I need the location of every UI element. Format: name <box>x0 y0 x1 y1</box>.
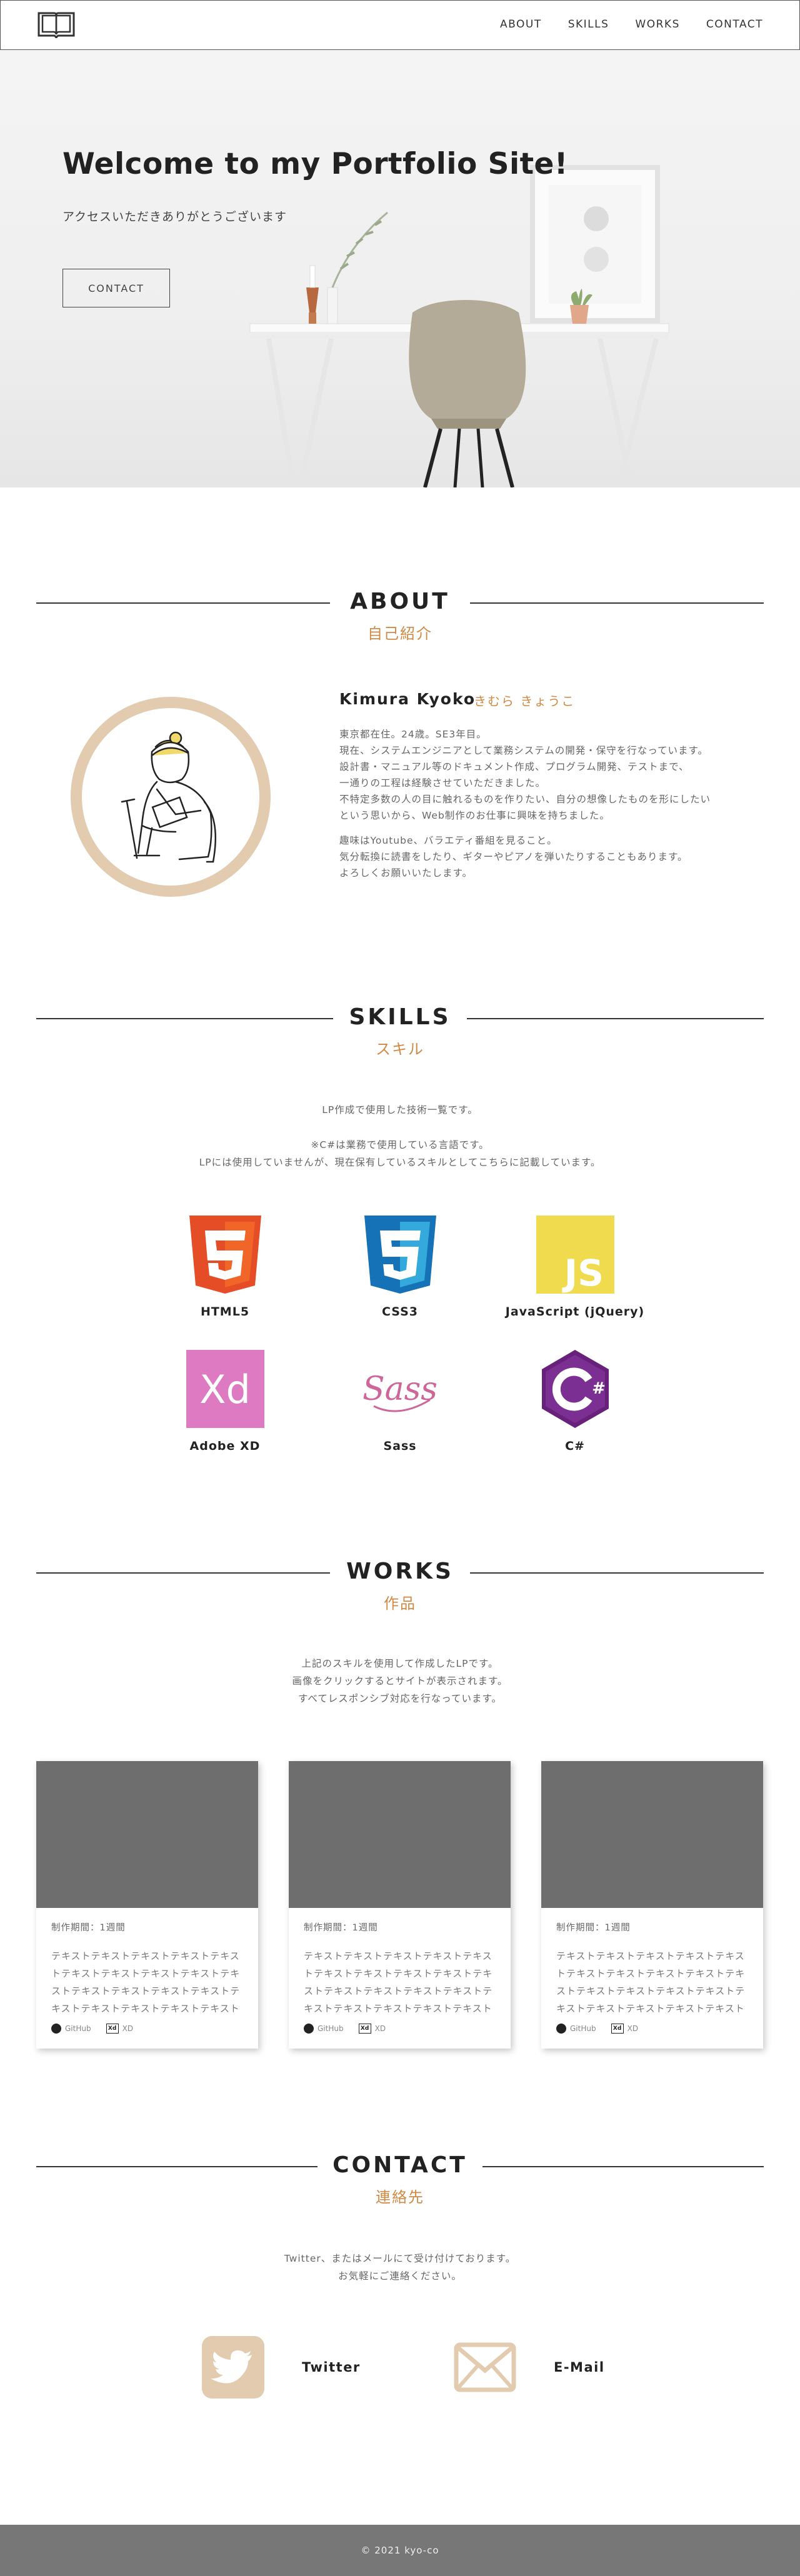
work-description: テキストテキストテキストテキストテキストテキストテキストテキストテキストテキスト… <box>556 1950 746 2014</box>
work-description: テキストテキストテキストテキストテキストテキストテキストテキストテキストテキスト… <box>51 1950 241 2014</box>
contact-intro-2: お気軽にご連絡ください。 <box>338 2270 462 2282</box>
github-icon[interactable] <box>304 2024 314 2034</box>
skill-label: CSS3 <box>381 1305 419 1319</box>
about-heading: ABOUT 自己紹介 <box>36 589 764 645</box>
skill-javascript: JS JavaScript (jQuery) <box>494 1216 656 1319</box>
nav-skills[interactable]: SKILLS <box>568 18 609 31</box>
person-reading-illustration <box>121 731 216 863</box>
main-nav: ABOUT SKILLS WORKS CONTACT <box>474 18 763 31</box>
skill-adobe-xd: Xd Adobe XD <box>144 1350 306 1453</box>
open-book-logo-icon[interactable] <box>37 11 76 39</box>
site-footer: © 2021 kyo-co <box>0 2525 800 2576</box>
work-thumbnail[interactable] <box>289 1761 511 1908</box>
xd-link[interactable]: XD <box>375 2024 386 2033</box>
about-paragraph-2: 趣味はYoutube、バラエティ番組を見ること。 気分転換に読書をしたり、ギター… <box>339 835 688 879</box>
sass-icon: Sass <box>362 1370 438 1412</box>
contact-twitter[interactable]: Twitter <box>202 2336 361 2399</box>
hero-subtitle: アクセスいただきありがとうございます <box>62 210 288 224</box>
svg-text:Xd: Xd <box>199 1367 251 1412</box>
adobe-xd-icon[interactable]: Xd <box>106 2024 119 2034</box>
work-period: 制作期間：1週間 <box>556 1923 631 1933</box>
twitter-icon[interactable] <box>202 2336 264 2399</box>
avatar <box>71 697 271 897</box>
work-links: GitHub Xd XD <box>556 2024 763 2034</box>
xd-link[interactable]: XD <box>122 2024 133 2033</box>
contact-title: CONTACT <box>332 2152 468 2178</box>
mail-icon[interactable] <box>454 2336 516 2399</box>
about-name: Kimura Kyoko <box>339 690 476 708</box>
svg-text:JS: JS <box>561 1252 603 1294</box>
hero-title: Welcome to my Portfolio Site! <box>62 147 568 181</box>
works-intro-3: すべてレスポンシブ対応を行なっています。 <box>298 1693 502 1704</box>
works-intro-2: 画像をクリックするとサイトが表示されます。 <box>292 1675 508 1687</box>
html5-icon <box>189 1216 261 1294</box>
adobe-xd-icon[interactable]: Xd <box>358 2024 371 2034</box>
work-description: テキストテキストテキストテキストテキストテキストテキストテキストテキストテキスト… <box>304 1950 493 2014</box>
site-header: ABOUT SKILLS WORKS CONTACT <box>0 0 800 50</box>
work-card: 制作期間：1週間 テキストテキストテキストテキストテキストテキストテキストテキス… <box>289 1761 511 2049</box>
adobe-xd-icon[interactable]: Xd <box>611 2024 624 2034</box>
skill-css3: CSS3 <box>319 1216 481 1319</box>
work-card: 制作期間：1週間 テキストテキストテキストテキストテキストテキストテキストテキス… <box>36 1761 258 2049</box>
about-kana: きむら きょうこ <box>474 694 576 709</box>
work-thumbnail[interactable] <box>541 1761 763 1908</box>
about-title: ABOUT <box>350 589 450 614</box>
github-icon[interactable] <box>556 2024 566 2034</box>
hero-section: Welcome to my Portfolio Site! アクセスいただきあり… <box>0 50 800 487</box>
xd-link[interactable]: XD <box>628 2024 638 2033</box>
work-thumbnail[interactable] <box>36 1761 258 1908</box>
works-intro-1: 上記のスキルを使用して作成したLPです。 <box>301 1658 499 1669</box>
about-text: 東京都在住。24歳。SE3年目。 現在、システムエンジニアとして業務システムの開… <box>339 726 711 890</box>
work-links: GitHub Xd XD <box>304 2024 511 2034</box>
works-heading: WORKS 作品 <box>36 1559 764 1615</box>
hero-contact-button[interactable]: CONTACT <box>62 269 170 307</box>
contact-twitter-label[interactable]: Twitter <box>302 2360 361 2375</box>
csharp-icon: # <box>541 1350 609 1428</box>
skill-label: JavaScript (jQuery) <box>505 1305 645 1319</box>
github-link[interactable]: GitHub <box>570 2024 596 2033</box>
contact-email-label[interactable]: E-Mail <box>554 2360 605 2375</box>
skill-html5: HTML5 <box>144 1216 306 1319</box>
contact-email[interactable]: E-Mail <box>454 2336 605 2399</box>
works-subtitle: 作品 <box>384 1595 416 1612</box>
contact-subtitle: 連絡先 <box>376 2189 424 2206</box>
skills-heading: SKILLS スキル <box>36 1004 764 1061</box>
javascript-icon: JS <box>536 1216 614 1294</box>
svg-text:#: # <box>592 1379 606 1398</box>
work-period: 制作期間：1週間 <box>51 1923 126 1933</box>
nav-works[interactable]: WORKS <box>635 18 679 31</box>
works-title: WORKS <box>346 1559 454 1584</box>
skill-label: C# <box>565 1439 585 1453</box>
skill-label: Sass <box>383 1439 417 1453</box>
skills-intro: LP作成で使用した技術一覧です。 <box>322 1104 478 1116</box>
copyright: © 2021 kyo-co <box>361 2545 439 2556</box>
contact-intro-1: Twitter、またはメールにて受け付けております。 <box>284 2253 516 2264</box>
skills-note-2: LPには使用していませんが、現在保有しているスキルとしてこちらに記載しています。 <box>199 1157 601 1168</box>
skill-label: HTML5 <box>200 1305 250 1319</box>
nav-about[interactable]: ABOUT <box>500 18 542 31</box>
work-card: 制作期間：1週間 テキストテキストテキストテキストテキストテキストテキストテキス… <box>541 1761 763 2049</box>
nav-contact[interactable]: CONTACT <box>706 18 763 31</box>
adobe-xd-icon: Xd <box>186 1350 264 1428</box>
about-subtitle: 自己紹介 <box>368 625 432 642</box>
about-paragraph-1: 東京都在住。24歳。SE3年目。 現在、システムエンジニアとして業務システムの開… <box>339 729 711 821</box>
github-link[interactable]: GitHub <box>318 2024 344 2033</box>
skill-label: Adobe XD <box>189 1439 261 1453</box>
work-links: GitHub Xd XD <box>51 2024 258 2034</box>
github-link[interactable]: GitHub <box>65 2024 91 2033</box>
contact-heading: CONTACT 連絡先 <box>36 2152 764 2209</box>
skill-sass: Sass Sass <box>319 1350 481 1453</box>
skills-note-1: ※C#は業務で使用している言語です。 <box>311 1139 489 1151</box>
skills-title: SKILLS <box>349 1004 451 1030</box>
skill-csharp: # C# <box>494 1350 656 1453</box>
github-icon[interactable] <box>51 2024 61 2034</box>
work-period: 制作期間：1週間 <box>304 1923 378 1933</box>
css3-icon <box>364 1216 436 1294</box>
skills-subtitle: スキル <box>376 1041 424 1058</box>
